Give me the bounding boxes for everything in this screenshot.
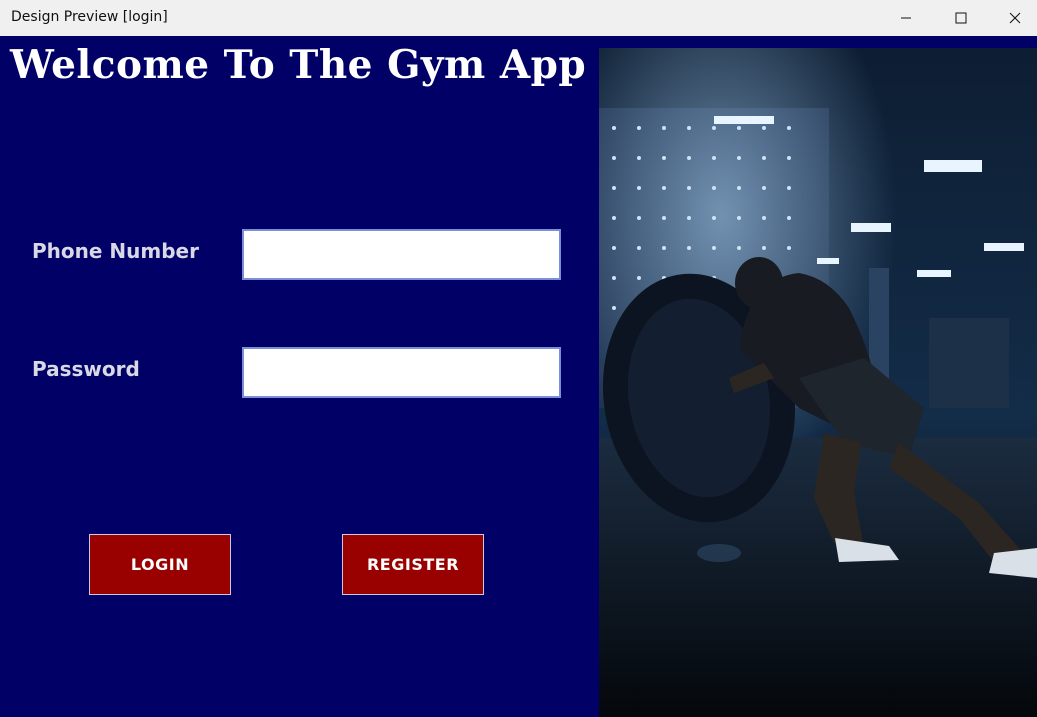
window-title: Design Preview [login] xyxy=(11,9,168,25)
minimize-icon xyxy=(901,17,911,19)
password-input[interactable] xyxy=(242,347,561,398)
maximize-icon xyxy=(955,12,967,24)
window-titlebar: Design Preview [login] xyxy=(0,0,1037,36)
app-window-content: Welcome To The Gym App Phone Number Pass… xyxy=(0,36,1037,717)
gym-athlete-image xyxy=(599,48,1037,717)
register-button[interactable]: REGISTER xyxy=(342,534,484,595)
page-title: Welcome To The Gym App xyxy=(10,42,587,88)
phone-number-input[interactable] xyxy=(242,229,561,280)
gym-photo-illustration xyxy=(599,48,1037,717)
close-icon xyxy=(1009,12,1021,24)
phone-number-label: Phone Number xyxy=(32,239,199,263)
login-panel: Welcome To The Gym App Phone Number Pass… xyxy=(0,36,599,717)
maximize-button[interactable] xyxy=(934,0,988,36)
minimize-button[interactable] xyxy=(879,0,933,36)
password-label: Password xyxy=(32,357,140,381)
login-button[interactable]: LOGIN xyxy=(89,534,231,595)
close-button[interactable] xyxy=(988,0,1037,36)
